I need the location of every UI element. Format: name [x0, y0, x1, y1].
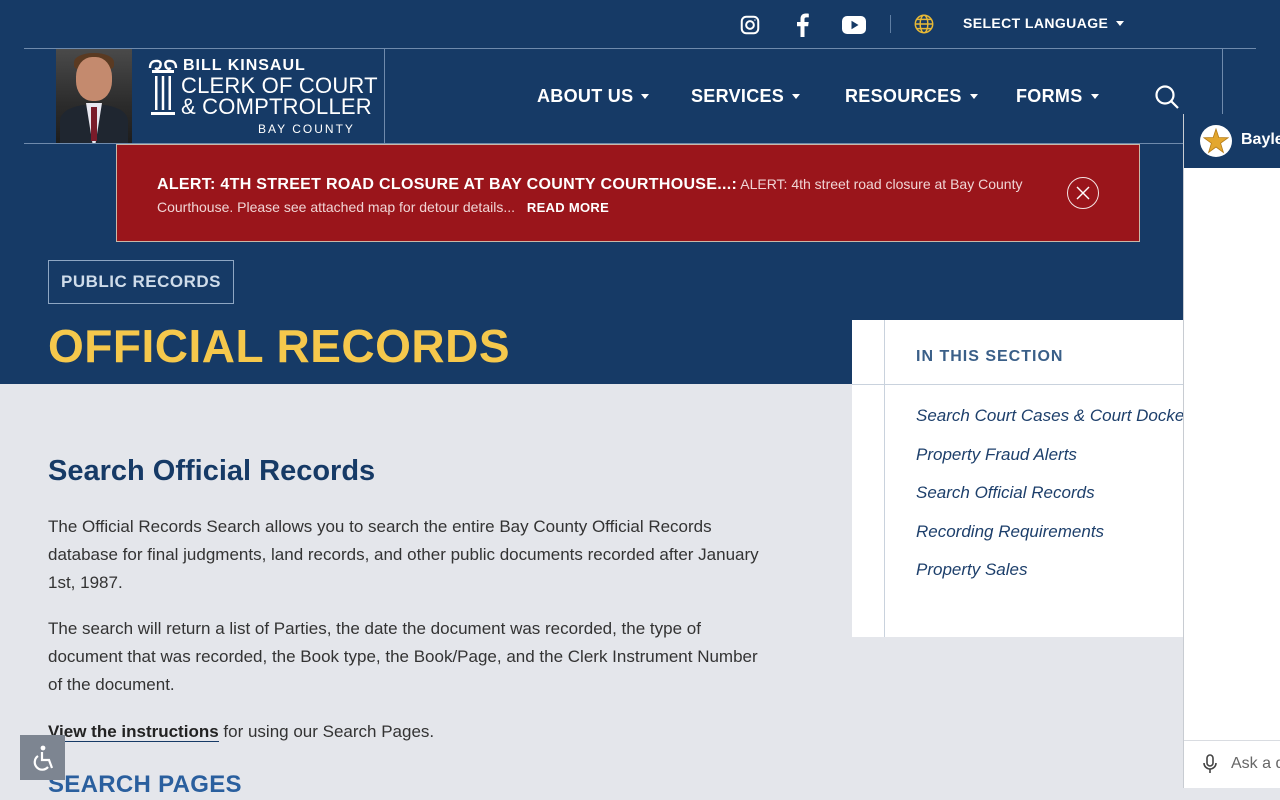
in-this-section-panel: IN THIS SECTION Search Court Cases & Cou…	[852, 320, 1184, 637]
starfish-icon	[1203, 128, 1229, 154]
chat-bot-name: Bayley	[1241, 131, 1280, 148]
search-icon[interactable]	[1154, 84, 1180, 110]
header-divider-left	[384, 48, 385, 143]
panel-horizontal-rule	[852, 384, 1184, 385]
chat-widget: Bayley Ask a question	[1183, 114, 1280, 788]
alert-text: ALERT: 4TH STREET ROAD CLOSURE AT BAY CO…	[157, 173, 1047, 219]
nav-resources[interactable]: RESOURCES	[845, 86, 978, 107]
panel-vertical-rule	[884, 320, 885, 637]
instructions-paragraph: View the instructions for using our Sear…	[48, 718, 768, 746]
column-logo-icon[interactable]	[148, 58, 178, 118]
view-instructions-link[interactable]: View the instructions	[48, 722, 219, 742]
section-link-property-sales[interactable]: Property Sales	[916, 560, 1028, 580]
nav-services[interactable]: SERVICES	[691, 86, 801, 107]
nav-forms-label: FORMS	[1016, 86, 1083, 106]
caret-down-icon	[969, 94, 978, 99]
logo-county[interactable]: BAY COUNTY	[258, 122, 355, 136]
facebook-icon[interactable]	[789, 12, 815, 38]
accessibility-icon	[33, 745, 53, 771]
logo-title-line2[interactable]: & COMPTROLLER	[181, 96, 372, 118]
alert-close-button[interactable]	[1067, 177, 1099, 209]
accessibility-button[interactable]	[20, 735, 65, 780]
in-this-section-heading: IN THIS SECTION	[916, 348, 1064, 365]
results-paragraph: The search will return a list of Parties…	[48, 619, 758, 694]
caret-down-icon	[1116, 20, 1125, 26]
close-icon	[1076, 186, 1090, 200]
utility-divider	[890, 15, 891, 33]
select-language-label: SELECT LANGUAGE	[963, 15, 1109, 31]
page-title: OFFICIAL RECORDS	[48, 320, 511, 372]
intro-paragraph: The Official Records Search allows you t…	[48, 517, 759, 592]
chat-avatar	[1200, 125, 1232, 157]
nav-services-label: SERVICES	[691, 86, 785, 106]
caret-down-icon	[641, 94, 650, 99]
chat-input[interactable]: Ask a question	[1231, 755, 1280, 773]
section-link-fraud-alerts[interactable]: Property Fraud Alerts	[916, 445, 1077, 465]
alert-banner: ALERT: 4TH STREET ROAD CLOSURE AT BAY CO…	[116, 144, 1140, 242]
microphone-icon[interactable]	[1202, 754, 1218, 774]
breadcrumb-public-records[interactable]: PUBLIC RECORDS	[48, 260, 234, 304]
instructions-text: for using our Search Pages.	[218, 722, 435, 741]
clerk-portrait	[56, 49, 132, 143]
nav-about-us-label: ABOUT US	[537, 86, 634, 106]
caret-down-icon	[792, 94, 801, 99]
select-language-button[interactable]: SELECT LANGUAGE	[963, 15, 1125, 31]
section-heading: Search Official Records	[48, 455, 376, 487]
section-link-official-records[interactable]: Search Official Records	[916, 483, 1095, 503]
header-top-rule	[24, 48, 1256, 49]
nav-about-us[interactable]: ABOUT US	[537, 86, 650, 107]
instagram-icon[interactable]	[737, 12, 763, 38]
nav-resources-label: RESOURCES	[845, 86, 962, 106]
youtube-icon[interactable]	[841, 12, 867, 38]
section-link-recording-requirements[interactable]: Recording Requirements	[916, 522, 1104, 542]
globe-icon	[914, 14, 934, 34]
utility-bar: SELECT LANGUAGE	[0, 0, 1280, 48]
alert-read-more-link[interactable]: READ MORE	[527, 200, 609, 215]
caret-down-icon	[1090, 94, 1099, 99]
nav-forms[interactable]: FORMS	[1016, 86, 1099, 107]
alert-title: ALERT: 4TH STREET ROAD CLOSURE AT BAY CO…	[157, 176, 738, 193]
section-link-court-cases[interactable]: Search Court Cases & Court Dockets	[916, 406, 1184, 426]
search-pages-heading: SEARCH PAGES	[48, 771, 242, 798]
